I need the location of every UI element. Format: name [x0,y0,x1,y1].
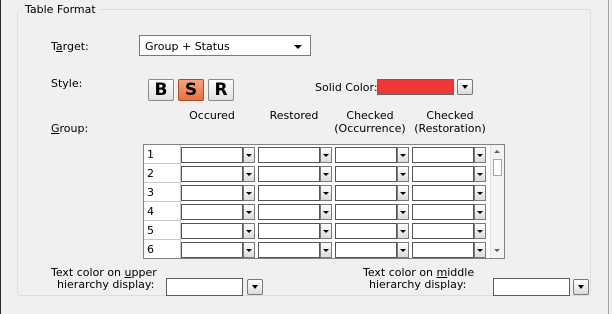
col-header-restored: Restored [269,109,319,122]
checked-restoration-cell[interactable] [412,204,474,220]
restored-cell[interactable] [258,204,320,220]
occured-cell[interactable] [181,185,243,201]
checked-occurrence-cell[interactable] [335,204,397,220]
window-left-border [0,0,1,314]
scroll-down-icon[interactable] [494,249,500,252]
style-r-button[interactable]: R [208,79,234,101]
checked-restoration-dropdown-button[interactable] [474,147,486,163]
occured-cell[interactable] [181,242,243,258]
middle-color-label: Text color on middle hierarchy display: [363,266,475,291]
restored-cell[interactable] [258,185,320,201]
table-row: 4 [144,202,490,221]
row-number: 4 [144,202,181,221]
row-number: 5 [144,221,181,240]
checked-occurrence-cell[interactable] [335,185,397,201]
target-label: Target: [51,40,89,53]
restored-dropdown-button[interactable] [320,204,332,220]
checked-occurrence-dropdown-button[interactable] [397,242,409,258]
table-row: 3 [144,183,490,202]
table-row: 6 [144,240,490,258]
checked-restoration-dropdown-button[interactable] [474,223,486,239]
restored-dropdown-button[interactable] [320,147,332,163]
checked-occurrence-dropdown-button[interactable] [397,166,409,182]
row-number: 1 [144,145,181,164]
upper-color-field [166,278,243,296]
col-header-checked-restoration: Checked (Restoration) [414,109,486,135]
row-number: 2 [144,164,181,183]
upper-color-dropdown-button[interactable] [247,279,263,295]
upper-color-label: Text color on upper hierarchy display: [51,266,157,291]
checked-occurrence-dropdown-button[interactable] [397,147,409,163]
occured-cell[interactable] [181,204,243,220]
checked-restoration-cell[interactable] [412,166,474,182]
occured-dropdown-button[interactable] [243,223,255,239]
style-b-button[interactable]: B [148,79,174,101]
table-scrollbar[interactable] [490,145,504,258]
solid-color-swatch [377,79,454,95]
checked-occurrence-dropdown-button[interactable] [397,185,409,201]
occured-cell[interactable] [181,166,243,182]
occured-dropdown-button[interactable] [243,147,255,163]
checked-restoration-cell[interactable] [412,147,474,163]
occured-dropdown-button[interactable] [243,185,255,201]
occured-cell[interactable] [181,223,243,239]
target-combobox[interactable]: Group + Status [139,35,311,56]
col-header-occured: Occured [189,109,235,122]
checked-occurrence-cell[interactable] [335,166,397,182]
restored-dropdown-button[interactable] [320,223,332,239]
checked-restoration-cell[interactable] [412,185,474,201]
solid-color-dropdown-button[interactable] [457,79,473,95]
chevron-down-icon [294,45,302,49]
middle-color-field [493,278,570,296]
checked-restoration-cell[interactable] [412,242,474,258]
style-s-button[interactable]: S [178,79,204,101]
restored-cell[interactable] [258,242,320,258]
checked-occurrence-cell[interactable] [335,242,397,258]
target-value: Group + Status [145,40,230,53]
row-number: 3 [144,183,181,202]
checked-occurrence-cell[interactable] [335,147,397,163]
occured-dropdown-button[interactable] [243,242,255,258]
scroll-up-icon[interactable] [494,150,500,153]
solid-color-label: Solid Color: [315,81,378,94]
table-row: 1 [144,145,490,164]
table-row: 5 [144,221,490,240]
table-row: 2 [144,164,490,183]
row-number: 6 [144,240,181,258]
style-label: Style: [51,77,83,90]
restored-dropdown-button[interactable] [320,242,332,258]
group-label: Group: [51,122,89,135]
occured-dropdown-button[interactable] [243,204,255,220]
occured-dropdown-button[interactable] [243,166,255,182]
checked-restoration-cell[interactable] [412,223,474,239]
col-header-checked-occurrence: Checked (Occurrence) [334,109,406,135]
restored-cell[interactable] [258,223,320,239]
checked-restoration-dropdown-button[interactable] [474,185,486,201]
checked-occurrence-dropdown-button[interactable] [397,223,409,239]
middle-color-dropdown-button[interactable] [573,279,589,295]
restored-cell[interactable] [258,147,320,163]
scrollbar-thumb[interactable] [493,159,502,176]
checked-restoration-dropdown-button[interactable] [474,204,486,220]
occured-cell[interactable] [181,147,243,163]
checked-occurrence-dropdown-button[interactable] [397,204,409,220]
checked-restoration-dropdown-button[interactable] [474,166,486,182]
window-right-border [608,0,609,314]
restored-dropdown-button[interactable] [320,166,332,182]
checked-occurrence-cell[interactable] [335,223,397,239]
restored-dropdown-button[interactable] [320,185,332,201]
checked-restoration-dropdown-button[interactable] [474,242,486,258]
table-format-legend: Table Format [22,3,99,16]
group-table[interactable]: 1 2 3 4 5 6 [143,144,505,259]
restored-cell[interactable] [258,166,320,182]
